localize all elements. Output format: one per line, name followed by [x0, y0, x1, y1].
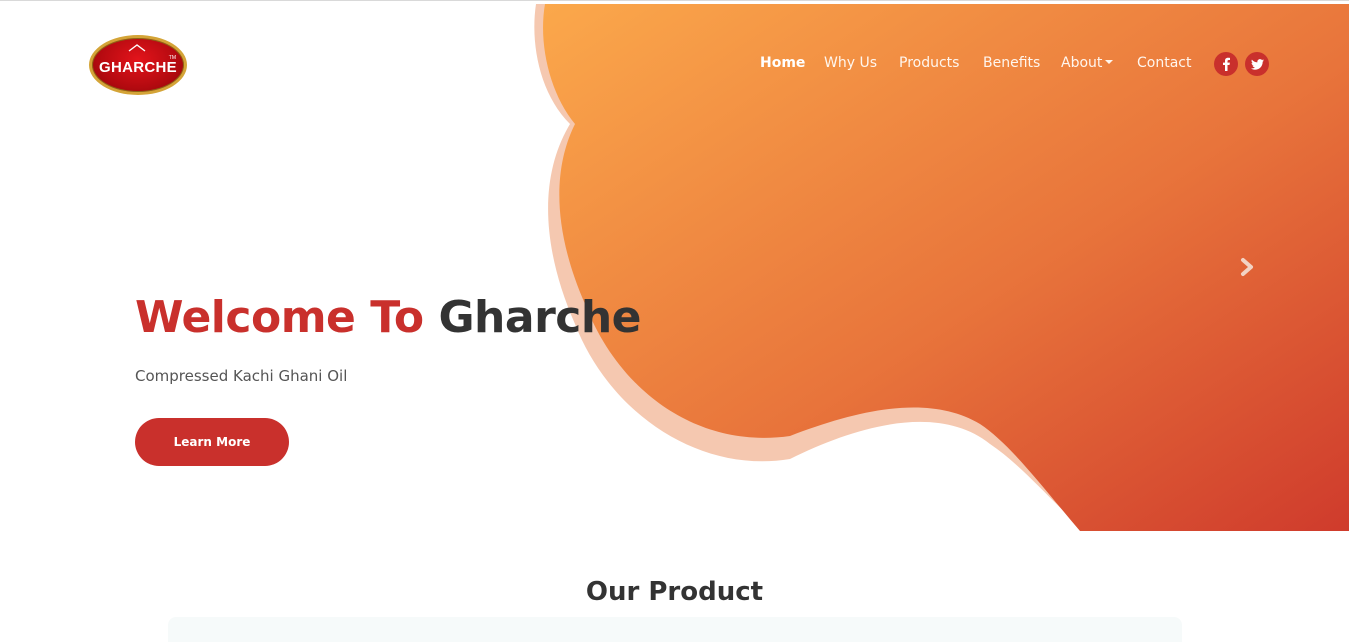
caret-down-icon	[1105, 60, 1114, 64]
facebook-icon	[1223, 57, 1230, 71]
twitter-icon	[1250, 58, 1264, 70]
roof-icon	[128, 44, 146, 52]
twitter-link[interactable]	[1245, 52, 1269, 76]
hero-title: Welcome To Gharche	[135, 292, 642, 343]
hero-title-brand: Gharche	[438, 292, 642, 343]
learn-more-button[interactable]: Learn More	[135, 418, 289, 466]
nav-home[interactable]: Home	[760, 55, 805, 71]
main-nav: Home Why Us Products Benefits About Cont…	[0, 55, 1349, 75]
nav-benefits[interactable]: Benefits	[983, 55, 1040, 71]
nav-why-us[interactable]: Why Us	[824, 55, 877, 71]
hero-subtitle: Compressed Kachi Ghani Oil	[135, 367, 348, 385]
nav-contact[interactable]: Contact	[1137, 55, 1191, 71]
hero-title-welcome: Welcome To	[135, 292, 424, 343]
nav-about-label: About	[1061, 55, 1103, 71]
our-product-heading: Our Product	[585, 577, 764, 607]
facebook-link[interactable]	[1214, 52, 1238, 76]
hero-blob	[543, 4, 1349, 531]
product-card	[168, 617, 1182, 642]
nav-products[interactable]: Products	[899, 55, 959, 71]
nav-about[interactable]: About	[1061, 55, 1114, 71]
chevron-right-icon[interactable]	[1239, 257, 1257, 277]
